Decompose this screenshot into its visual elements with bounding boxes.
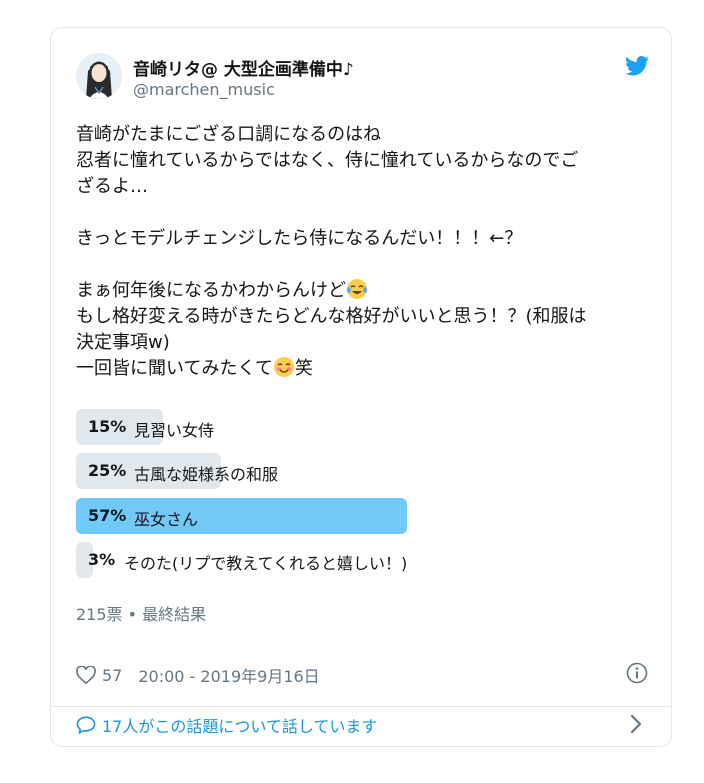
- heart-icon[interactable]: [76, 666, 96, 684]
- divider: [51, 706, 671, 707]
- poll-summary: 215票 • 最終結果: [76, 605, 207, 624]
- tweet-line: 決定事項w): [76, 332, 170, 353]
- timestamp[interactable]: 20:00 - 2019年9月16日: [138, 663, 319, 687]
- tweet-line: きっとモデルチェンジしたら侍になるんだい！！！←？: [76, 228, 523, 249]
- poll-option-winner: 57% 巫女さん: [76, 498, 656, 534]
- tears-of-joy-emoji: [347, 279, 367, 299]
- poll-option-label: 巫女さん: [134, 510, 199, 529]
- poll-percent: 15%: [88, 417, 127, 436]
- tweet-line: 一回皆に聞いてみたくて: [76, 358, 273, 379]
- avatar[interactable]: [76, 53, 122, 99]
- tweet-card: 音崎リタ@ 大型企画準備中♪ @marchen_music 音崎がたまにござる口…: [50, 27, 672, 747]
- tweet-line: 笑: [294, 358, 313, 379]
- tweet-line: 忍者に憧れているからではなく、侍に憧れているからなのでご: [76, 150, 579, 171]
- tweet-line: ざるよ…: [76, 176, 148, 197]
- poll-option: 25% 古風な姫様系の和服: [76, 453, 656, 489]
- poll-percent: 3%: [88, 550, 116, 569]
- reply-bubble-icon: [76, 716, 96, 734]
- poll-option-label: 見習い女侍: [134, 421, 215, 440]
- user-handle[interactable]: @marchen_music: [133, 80, 275, 99]
- chevron-right-icon[interactable]: [629, 714, 643, 734]
- tweet-line: 音崎がたまにござる口調になるのはね: [76, 124, 382, 145]
- display-name[interactable]: 音崎リタ@ 大型企画準備中♪: [133, 55, 354, 80]
- info-icon[interactable]: [626, 662, 648, 684]
- twitter-bird-icon[interactable]: [625, 56, 649, 76]
- poll-option: 3% そのた(リプで教えてくれると嬉しい！): [76, 542, 656, 578]
- smiling-blush-emoji: [273, 357, 294, 377]
- conversation-link[interactable]: 17人がこの話題について話しています: [76, 713, 377, 737]
- conversation-text: 17人がこの話題について話しています: [102, 717, 378, 736]
- tweet-footer: 57 20:00 - 2019年9月16日: [76, 663, 320, 687]
- like-count[interactable]: 57: [102, 666, 122, 685]
- poll-percent: 25%: [88, 461, 127, 480]
- tweet-text: 音崎がたまにござる口調になるのはね 忍者に憧れているからではなく、侍に憧れている…: [76, 122, 656, 382]
- poll-option: 15% 見習い女侍: [76, 409, 656, 445]
- tweet-line: もし格好変える時がきたらどんな格好がいいと思う！？(和服は: [76, 306, 587, 327]
- poll-option-label: 古風な姫様系の和服: [134, 465, 279, 484]
- poll-percent: 57%: [88, 506, 127, 525]
- tweet-line: まぁ何年後になるかわからんけど: [76, 280, 346, 301]
- poll-option-label: そのた(リプで教えてくれると嬉しい！): [124, 554, 408, 573]
